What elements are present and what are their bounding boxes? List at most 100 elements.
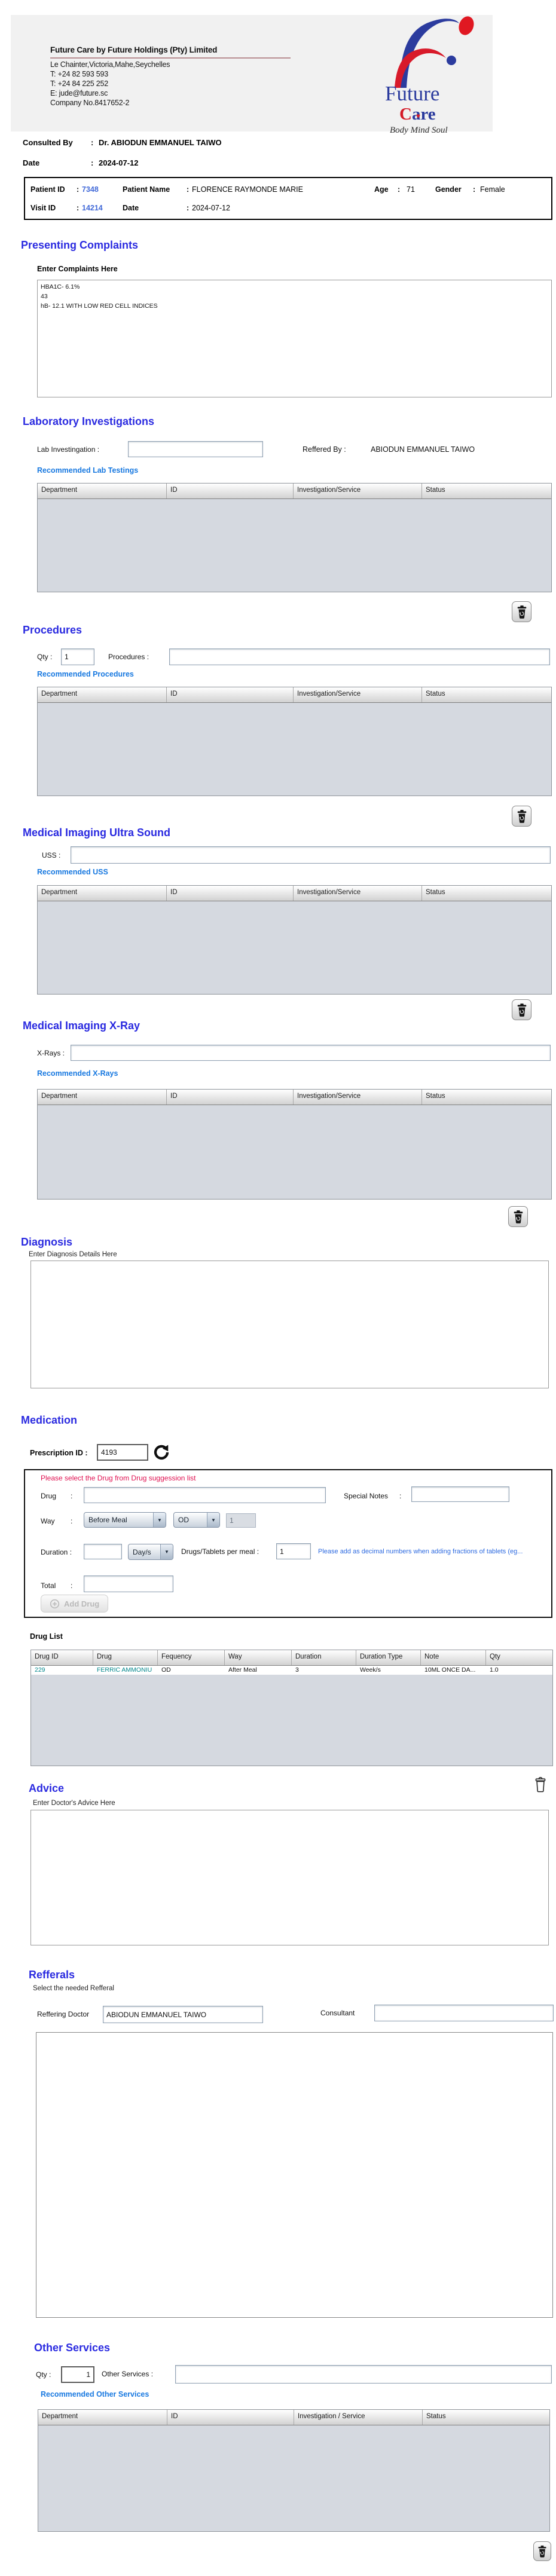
frequency-cell: OD <box>161 1666 171 1674</box>
procedures-qty-input[interactable] <box>61 648 94 665</box>
section-title-referrals: Refferals <box>29 1969 75 1981</box>
procedures-table-body[interactable] <box>38 703 551 796</box>
per-meal-input[interactable] <box>276 1543 311 1559</box>
special-notes-label: Special Notes <box>344 1492 389 1500</box>
col-investigation: Investigation/Service <box>294 886 422 901</box>
patient-name-value: FLORENCE RAYMONDE MARIE <box>192 185 303 194</box>
complaints-textarea[interactable]: HBA1C- 6.1% 43 hB- 12.1 WITH LOW RED CEL… <box>37 280 552 397</box>
way-select[interactable]: Before Meal ▼ <box>84 1512 166 1528</box>
col-duration: Duration <box>292 1650 356 1665</box>
trash-icon <box>517 605 526 619</box>
uss-input[interactable] <box>71 846 551 864</box>
drug-input[interactable] <box>84 1487 326 1503</box>
drug-name-cell: FERRIC AMMONIU <box>97 1666 152 1674</box>
section-title-lab: Laboratory Investigations <box>23 415 155 427</box>
duration-unit-select[interactable]: Day/s ▼ <box>128 1544 173 1560</box>
chevron-down-icon: ▼ <box>207 1513 219 1527</box>
refresh-icon <box>154 1445 169 1460</box>
visit-date-label: Date <box>123 204 139 212</box>
other-services-table: Department ID Investigation / Service St… <box>38 2409 550 2532</box>
consulted-by-label: Consulted By <box>23 138 73 147</box>
drug-id-cell[interactable]: 229 <box>31 1666 93 1675</box>
complaints-label: Enter Complaints Here <box>37 265 118 273</box>
prescription-id-input[interactable] <box>97 1444 148 1461</box>
drug-table-body[interactable] <box>31 1675 552 1766</box>
lab-table-header: Department ID Investigation/Service Stat… <box>38 484 551 499</box>
xray-delete-button[interactable] <box>508 1206 528 1227</box>
procedures-delete-button[interactable] <box>512 806 531 827</box>
referring-doctor-input[interactable] <box>103 2006 263 2023</box>
way-label: Way <box>41 1517 55 1525</box>
uss-input-label: USS : <box>42 851 61 859</box>
procedures-input[interactable] <box>169 648 550 665</box>
company-number: Company No.8417652-2 <box>50 99 130 107</box>
diagnosis-textarea[interactable] <box>30 1261 549 1388</box>
col-way: Way <box>225 1650 292 1665</box>
special-notes-input[interactable] <box>411 1486 509 1502</box>
total-input[interactable] <box>84 1575 173 1592</box>
referral-list-box[interactable] <box>36 2032 553 2318</box>
col-status: Status <box>426 2413 446 2420</box>
consulted-by-colon: : <box>91 138 94 147</box>
col-investigation: Investigation/Service <box>294 687 422 702</box>
patient-name-label: Patient Name <box>123 185 170 194</box>
lab-table-body[interactable] <box>38 499 551 592</box>
col-qty: Qty <box>490 1653 500 1660</box>
drug-list-label: Drug List <box>30 1632 63 1641</box>
drug-table-row[interactable]: 229 FERRIC AMMONIU OD After Meal 3 Week/… <box>31 1666 552 1675</box>
colon: : <box>71 1492 73 1500</box>
recommended-lab-label: Recommended Lab Testings <box>37 466 139 475</box>
uss-delete-button[interactable] <box>512 999 531 1020</box>
patient-id-label: Patient ID <box>30 185 65 194</box>
xray-table-body[interactable] <box>38 1105 551 1199</box>
col-investigation: Investigation / Service <box>294 2410 423 2425</box>
xray-input[interactable] <box>71 1045 551 1061</box>
gender-value: Female <box>480 185 505 194</box>
col-drug: Drug <box>93 1650 158 1665</box>
other-services-input[interactable] <box>175 2365 552 2384</box>
lab-investigation-input[interactable] <box>128 441 263 457</box>
referring-doctor-label: Reffering Doctor <box>37 2010 90 2018</box>
other-qty-input[interactable] <box>61 2366 94 2383</box>
col-department: Department <box>38 886 167 901</box>
advice-textarea[interactable] <box>30 1810 549 1945</box>
consult-date-label: Date <box>23 158 40 167</box>
lab-delete-button[interactable] <box>512 601 531 622</box>
recommended-procedures-label: Recommended Procedures <box>37 670 134 678</box>
colon: : <box>77 185 80 194</box>
col-investigation: Investigation/Service <box>294 484 422 498</box>
logo-tagline: Body Mind Soul <box>390 126 448 135</box>
lab-table: Department ID Investigation/Service Stat… <box>37 483 552 592</box>
company-phone2: T: +24 84 225 252 <box>50 79 109 88</box>
uss-table-body[interactable] <box>38 901 551 994</box>
col-id: ID <box>167 886 294 901</box>
col-investigation: Investigation/Service <box>294 1090 422 1105</box>
other-table-body[interactable] <box>38 2425 549 2531</box>
frequency-select[interactable]: OD ▼ <box>173 1512 220 1528</box>
drug-delete-button[interactable] <box>531 1775 549 1794</box>
colon: : <box>473 185 476 194</box>
way-cell: After Meal <box>228 1666 257 1674</box>
trash-icon <box>514 1210 523 1223</box>
chevron-down-icon: ▼ <box>153 1513 166 1527</box>
other-delete-button[interactable] <box>533 2541 551 2561</box>
patient-id-value: 7348 <box>82 185 99 194</box>
consult-date-colon: : <box>91 158 94 167</box>
add-drug-button[interactable]: Add Drug <box>41 1595 109 1613</box>
consultant-input[interactable] <box>374 2005 554 2021</box>
trash-outline-icon <box>535 1777 546 1792</box>
lab-input-label: Lab Investingation : <box>37 445 100 454</box>
visit-id-value: 14214 <box>82 204 103 212</box>
total-label: Total <box>41 1581 56 1590</box>
procedures-qty-label: Qty : <box>37 653 53 661</box>
col-id: ID <box>167 687 294 702</box>
uss-table: Department ID Investigation/Service Stat… <box>37 885 552 995</box>
col-frequency: Fequency <box>158 1650 225 1665</box>
other-table-header: Department ID Investigation / Service St… <box>38 2410 549 2425</box>
visit-date-value: 2024-07-12 <box>192 204 230 212</box>
duration-input[interactable] <box>84 1544 122 1559</box>
per-meal-label: Drugs/Tablets per meal : <box>181 1547 259 1556</box>
decimal-hint: Please add as decimal numbers when addin… <box>318 1548 523 1555</box>
trash-icon <box>517 809 526 823</box>
refresh-prescription-button[interactable] <box>152 1443 171 1462</box>
